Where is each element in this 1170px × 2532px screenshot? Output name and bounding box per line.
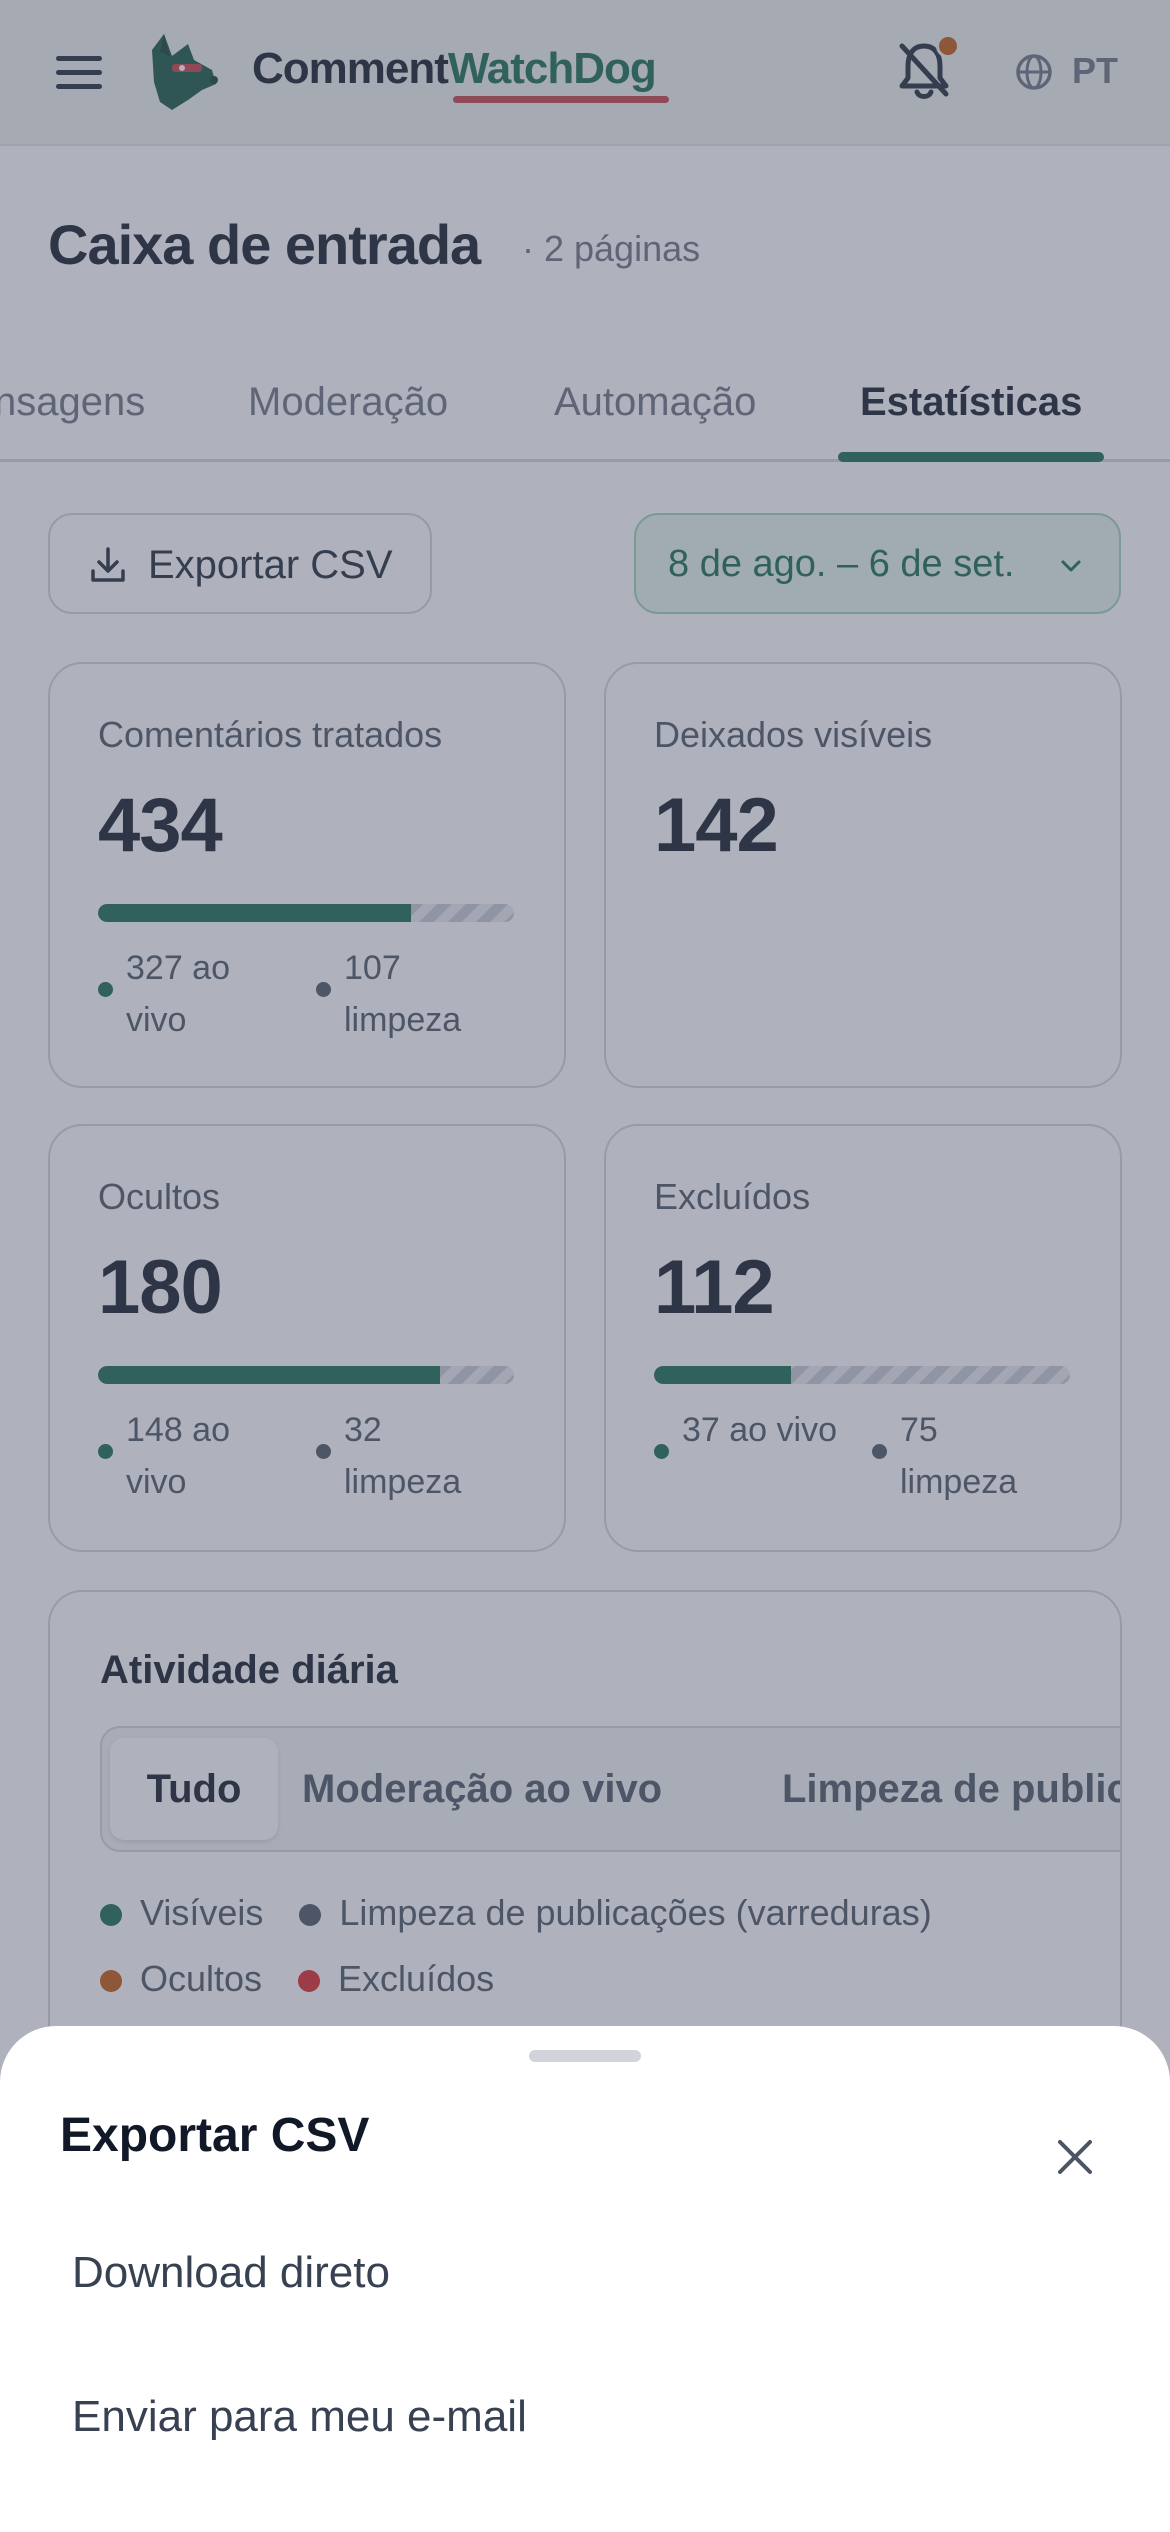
sheet-drag-handle[interactable] <box>529 2050 641 2062</box>
export-csv-sheet: Exportar CSV Download direto Enviar para… <box>0 2026 1170 2532</box>
option-send-email[interactable]: Enviar para meu e-mail <box>72 2392 527 2442</box>
close-icon[interactable] <box>1054 2136 1096 2178</box>
sheet-title: Exportar CSV <box>60 2109 370 2162</box>
option-direct-download[interactable]: Download direto <box>72 2248 390 2298</box>
